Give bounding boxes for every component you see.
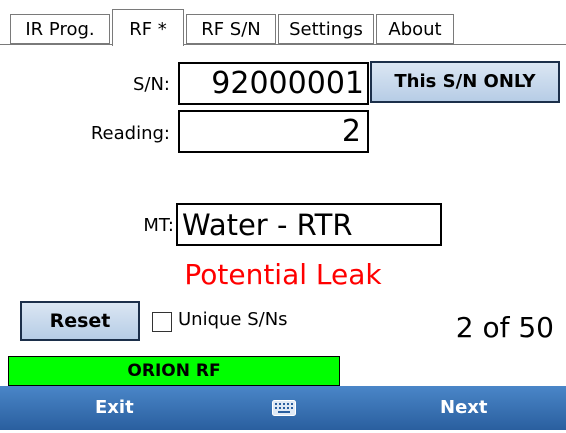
tab-strip: IR Prog. RF * RF S/N Settings About	[0, 0, 566, 46]
tab-rf-sn[interactable]: RF S/N	[186, 14, 276, 44]
reading-field[interactable]: 2	[178, 110, 369, 153]
this-sn-only-button[interactable]: This S/N ONLY	[370, 61, 560, 103]
next-softkey[interactable]: Next	[440, 386, 488, 430]
reading-label: Reading:	[90, 123, 170, 144]
tab-rf[interactable]: RF *	[112, 9, 184, 46]
orion-rf-status-bar: ORION RF	[8, 356, 340, 386]
keyboard-icon-glyph	[272, 400, 296, 416]
potential-leak-warning: Potential Leak	[184, 258, 382, 291]
unique-sn-checkbox[interactable]	[152, 312, 172, 332]
tab-ir-prog[interactable]: IR Prog.	[10, 14, 110, 44]
softkey-bar: Exit Next	[0, 386, 566, 430]
sn-value: 92000001	[211, 66, 364, 101]
sn-field[interactable]: 92000001	[178, 62, 369, 105]
orion-rf-status-label: ORION RF	[127, 361, 221, 381]
mt-label: MT:	[143, 215, 174, 236]
tab-about[interactable]: About	[376, 14, 454, 44]
unique-sn-label: Unique S/Ns	[178, 309, 288, 330]
keyboard-icon[interactable]	[272, 386, 298, 430]
reading-value: 2	[341, 114, 361, 149]
record-counter: 2 of 50	[455, 311, 554, 344]
reset-button[interactable]: Reset	[20, 301, 140, 341]
mt-field[interactable]: Water - RTR	[176, 203, 442, 246]
mt-value: Water - RTR	[182, 208, 353, 242]
sn-label: S/N:	[132, 74, 170, 95]
tab-settings[interactable]: Settings	[278, 14, 374, 44]
exit-softkey[interactable]: Exit	[95, 386, 134, 430]
